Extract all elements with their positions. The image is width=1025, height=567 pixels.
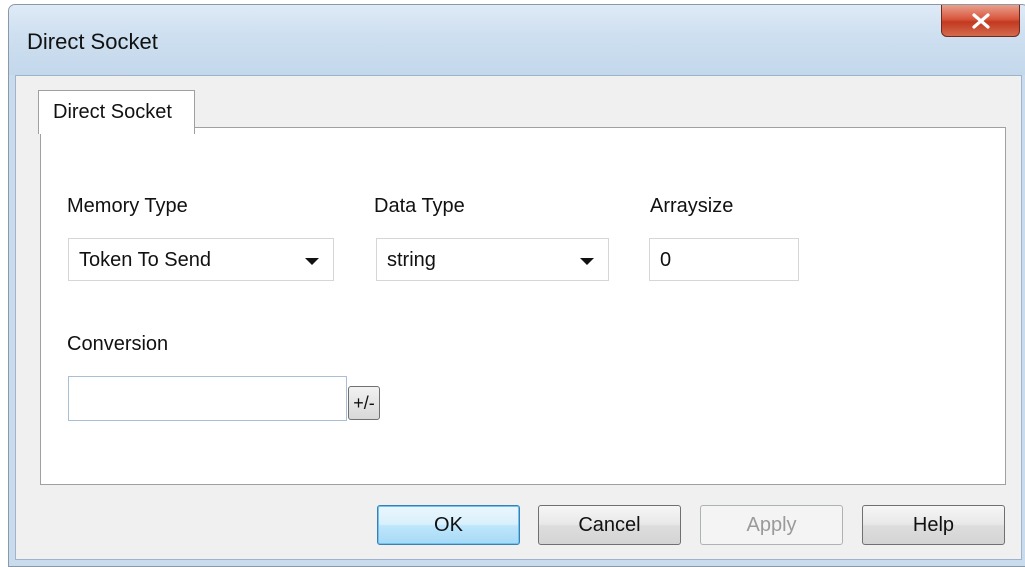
arraysize-label: Arraysize [650, 195, 734, 217]
data-type-select[interactable]: string [376, 238, 609, 281]
data-type-label: Data Type [374, 195, 465, 217]
tab-label: Direct Socket [53, 101, 172, 123]
conversion-label: Conversion [67, 333, 169, 355]
tab-panel: Memory Type Token To Send Data Type stri… [40, 127, 1006, 485]
memory-type-label: Memory Type [67, 195, 188, 217]
conversion-input[interactable] [68, 376, 347, 421]
ok-button[interactable]: OK [377, 505, 520, 545]
dialog-window: Direct Socket Direct Socket Memory Type … [8, 4, 1025, 567]
help-button[interactable]: Help [862, 505, 1005, 545]
chevron-down-icon [305, 258, 319, 265]
close-icon [972, 13, 990, 29]
cancel-button[interactable]: Cancel [538, 505, 681, 545]
conversion-sign-button[interactable]: +/- [348, 386, 380, 420]
arraysize-value: 0 [660, 249, 672, 271]
tab-direct-socket[interactable]: Direct Socket [38, 90, 195, 134]
dialog-client-area: Direct Socket Memory Type Token To Send … [15, 75, 1022, 560]
apply-button[interactable]: Apply [700, 505, 843, 545]
chevron-down-icon [580, 258, 594, 265]
arraysize-input[interactable]: 0 [649, 238, 799, 281]
memory-type-value: Token To Send [79, 249, 211, 271]
window-title: Direct Socket [27, 29, 158, 54]
title-bar[interactable]: Direct Socket [9, 5, 1025, 75]
memory-type-select[interactable]: Token To Send [68, 238, 334, 281]
close-button[interactable] [941, 5, 1020, 37]
data-type-value: string [387, 249, 436, 271]
